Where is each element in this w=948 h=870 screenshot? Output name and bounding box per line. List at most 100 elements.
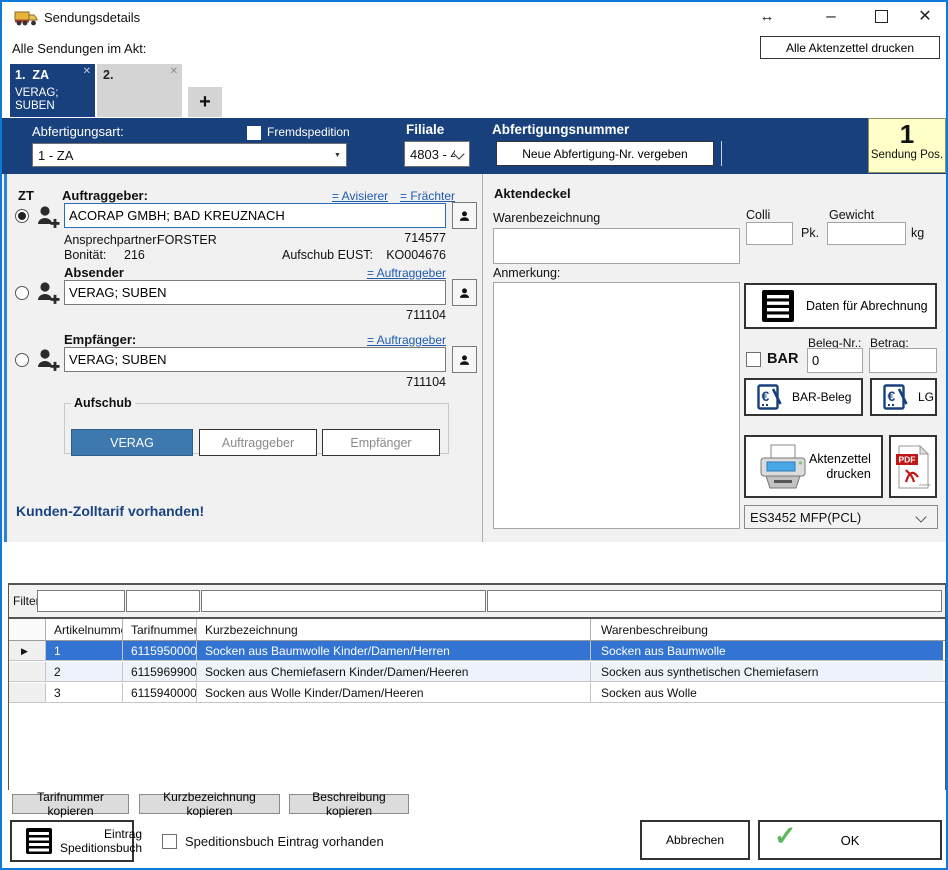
tab2-close-icon[interactable]: ✕ [170,66,178,77]
empfaenger-auftraggeber-link[interactable]: = Auftraggeber [366,333,446,347]
tab1-code: ZA [32,68,49,82]
row-pointer-icon: ▶ [9,641,46,660]
maximize-button[interactable] [864,4,898,28]
anmerkung-input[interactable] [493,282,740,529]
lg-button[interactable]: € LG [870,378,937,416]
copy-tarifnummer-button[interactable]: Tarifnummer kopieren [12,794,129,814]
tab-sendung-1[interactable]: 1. ZA ✕ VERAG; SUBEN [10,64,95,117]
warenbezeichnung-input[interactable] [493,228,740,264]
new-abfertigungsnummer-button[interactable]: Neue Abfertigung-Nr. vergeben [496,141,714,166]
absender-person-button[interactable] [452,279,477,306]
table-row[interactable]: 3 61159400000 Socken aus Wolle Kinder/Da… [9,683,945,703]
absender-input[interactable] [64,280,446,305]
eintrag-speditionsbuch-button[interactable]: Eintrag Speditionsbuch [10,820,134,862]
aktenzettel-drucken-button[interactable]: Aktenzettel drucken [744,435,883,498]
svg-text:PDF: PDF [899,454,916,464]
pdf-export-button[interactable]: PDF Adobe [889,435,937,498]
position-count: 1 [869,119,945,149]
column-header-tarifnummer[interactable]: Tarifnummer [123,619,197,640]
empfaenger-person-button[interactable] [452,346,477,373]
ok-button[interactable]: ✓ OK [758,820,942,860]
printer-select[interactable]: ES3452 MFP(PCL) [744,505,938,529]
person-icon [459,284,470,302]
gewicht-input[interactable] [827,222,906,245]
colli-unit-label: Pk. [801,226,819,240]
chevron-down-icon [455,147,469,161]
speditionsbuch-checkbox[interactable] [162,834,177,849]
add-person-icon[interactable] [36,204,60,231]
list-icon [26,828,52,854]
daten-fuer-abrechnung-button[interactable]: Daten für Abrechnung [744,283,937,329]
selector-column-header [9,619,46,640]
toolbar-separator [721,141,722,166]
bar-beleg-label: BAR-Beleg [792,390,851,404]
table-row[interactable]: ▶ 1 61159500000 Socken aus Baumwolle Kin… [9,641,945,661]
filiale-value: 4803 - 480 [405,147,455,162]
panel-divider [482,174,483,542]
empfaenger-input[interactable] [64,347,446,372]
fremdspedition-checkbox[interactable] [247,126,261,140]
abfertigung-toolbar: Abfertigungsart: 1 - ZA ▼ Fremdspedition… [2,118,946,174]
aktendeckel-title: Aktendeckel [494,186,571,201]
absender-auftraggeber-link[interactable]: = Auftraggeber [366,266,446,280]
aktenzettel-label-line2: drucken [826,467,870,481]
lg-label: LG [918,390,934,404]
bar-checkbox[interactable] [746,352,761,367]
column-header-artikelnummer[interactable]: Artikelnummer [46,619,123,640]
bar-beleg-button[interactable]: € BAR-Beleg [744,378,863,416]
cancel-button[interactable]: Abbrechen [640,820,750,860]
aufschub-verag-button[interactable]: VERAG [71,429,193,456]
auftraggeber-person-button[interactable] [452,202,477,229]
row-selector [9,683,46,702]
print-all-aktenzettel-button[interactable]: Alle Aktenzettel drucken [760,36,940,59]
ok-label: OK [841,833,860,848]
resize-icon[interactable]: ↔ [750,4,784,28]
filter-input-kurzbezeichnung[interactable] [201,590,486,612]
copy-beschreibung-button[interactable]: Beschreibung kopieren [289,794,409,814]
add-person-icon[interactable] [36,280,60,307]
colli-input[interactable] [746,222,793,245]
anmerkung-label: Anmerkung: [493,266,560,280]
filter-input-warenbeschreibung[interactable] [487,590,942,612]
auftraggeber-input[interactable] [64,203,446,228]
absender-label: Absender [64,265,124,280]
abfertigungsart-label: Abfertigungsart: [32,124,124,139]
aufschub-empfaenger-button[interactable]: Empfänger [322,429,440,456]
betrag-input[interactable] [869,348,937,373]
empfaenger-label: Empfänger: [64,332,136,347]
tab-sendung-2[interactable]: 2. ✕ [97,64,182,117]
minimize-button[interactable]: – [814,4,848,28]
aufschub-auftraggeber-button[interactable]: Auftraggeber [199,429,317,456]
filter-input-artikelnummer[interactable] [37,590,125,612]
add-person-icon[interactable] [36,347,60,374]
beleg-nr-input[interactable] [807,348,863,373]
abfertigungsnummer-label: Abfertigungsnummer [492,122,629,137]
filiale-select[interactable]: 4803 - 480 [404,141,470,167]
zt-label: ZT [18,188,34,203]
position-count-box: 1 Sendung Pos. [868,118,946,173]
close-button[interactable]: ✕ [908,4,942,28]
auftraggeber-radio[interactable] [15,209,29,223]
tab1-line3: SUBEN [15,100,55,112]
warenbezeichnung-label: Warenbezeichnung [493,211,600,225]
abfertigungsart-select[interactable]: 1 - ZA ▼ [32,143,347,167]
cell-warenbeschreibung: Socken aus Baumwolle [591,641,943,660]
euro-receipt-icon: € [883,383,910,411]
cell-kurzbezeichnung: Socken aus Wolle Kinder/Damen/Heeren [197,683,591,702]
empfaenger-radio[interactable] [15,353,29,367]
table-row[interactable]: 2 61159699000 Socken aus Chemiefasern Ki… [9,662,945,682]
fraechter-link[interactable]: = Frächter [400,189,455,203]
column-header-kurzbezeichnung[interactable]: Kurzbezeichnung [197,619,591,640]
fremdspedition-label: Fremdspedition [267,125,350,139]
add-tab-button[interactable]: + [188,87,222,117]
copy-kurzbezeichnung-button[interactable]: Kurzbezeichnung kopieren [139,794,280,814]
printer-value: ES3452 MFP(PCL) [745,510,917,525]
filter-input-tarifnummer[interactable] [126,590,200,612]
cell-warenbeschreibung: Socken aus synthetischen Chemiefasern [591,662,943,681]
avisierer-link[interactable]: = Avisierer [332,189,388,203]
absender-radio[interactable] [15,286,29,300]
speditionsbuch-label-line2: Speditionsbuch [60,841,142,855]
tab1-close-icon[interactable]: ✕ [83,66,91,77]
filter-row: Filter: [9,585,945,617]
column-header-warenbeschreibung[interactable]: Warenbeschreibung [591,619,943,640]
